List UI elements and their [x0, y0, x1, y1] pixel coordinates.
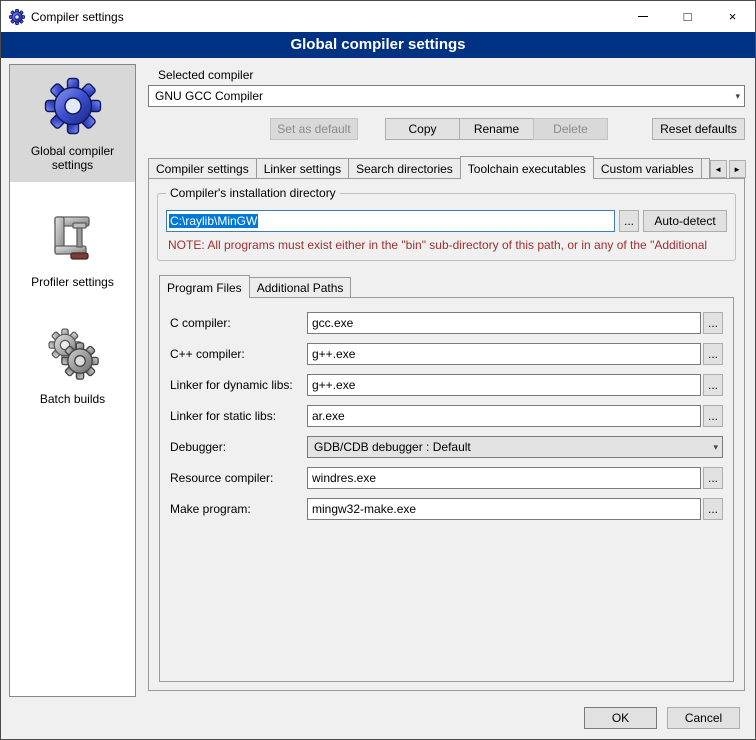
tab-toolchain-executables[interactable]: Toolchain executables	[460, 156, 594, 179]
make-program-input[interactable]	[307, 498, 701, 520]
browse-make-program-button[interactable]: ...	[703, 498, 723, 520]
c-compiler-row: C compiler: ...	[170, 312, 723, 334]
linker-dynamic-input[interactable]	[307, 374, 701, 396]
reset-defaults-button[interactable]: Reset defaults	[652, 118, 745, 140]
window-title: Compiler settings	[31, 10, 620, 24]
c-compiler-input[interactable]	[307, 312, 701, 334]
cpp-compiler-label: C++ compiler:	[170, 347, 307, 361]
delete-button[interactable]: Delete	[533, 118, 608, 140]
program-files-page: C compiler: ... C++ compiler: ... Linker…	[159, 297, 734, 682]
tab-linker-settings[interactable]: Linker settings	[256, 158, 349, 178]
chevron-down-icon: ▾	[709, 442, 718, 453]
tab-scroll-buttons: ◄ ►	[710, 160, 746, 178]
resource-compiler-input[interactable]	[307, 467, 701, 489]
sidebar-item-global-compiler-settings[interactable]: Global compiler settings	[10, 65, 135, 182]
installation-directory-value: C:\raylib\MinGW	[169, 214, 258, 228]
maximize-icon: □	[684, 9, 692, 24]
compiler-select-value: GNU GCC Compiler	[155, 89, 731, 103]
cpp-compiler-row: C++ compiler: ...	[170, 343, 723, 365]
cancel-button[interactable]: Cancel	[667, 707, 740, 729]
compiler-select[interactable]: GNU GCC Compiler ▾	[148, 85, 745, 107]
cpp-compiler-input[interactable]	[307, 343, 701, 365]
sidebar-item-label: Batch builds	[14, 392, 131, 406]
debugger-row: Debugger: GDB/CDB debugger : Default ▾	[170, 436, 723, 458]
sidebar-item-label: Global compiler settings	[14, 144, 131, 172]
titlebar: Compiler settings □ ×	[1, 1, 755, 32]
browse-resource-compiler-button[interactable]: ...	[703, 467, 723, 489]
tab-program-files[interactable]: Program Files	[159, 275, 250, 298]
ok-button[interactable]: OK	[584, 707, 657, 729]
tab-additional-paths[interactable]: Additional Paths	[249, 277, 352, 297]
maximize-button[interactable]: □	[665, 1, 710, 32]
selected-compiler-label: Selected compiler	[158, 68, 747, 82]
gear-icon	[44, 77, 102, 135]
tab-custom-variables[interactable]: Custom variables	[593, 158, 702, 178]
debugger-select-value: GDB/CDB debugger : Default	[314, 440, 709, 454]
tab-scroll-right-button[interactable]: ►	[729, 160, 746, 178]
linker-static-label: Linker for static libs:	[170, 409, 307, 423]
resource-compiler-label: Resource compiler:	[170, 471, 307, 485]
copy-button[interactable]: Copy	[385, 118, 460, 140]
main-panel: Selected compiler GNU GCC Compiler ▾ Set…	[136, 64, 747, 697]
tab-build-options[interactable]: Buil	[701, 158, 710, 178]
bin-subdirectory-note: NOTE: All programs must exist either in …	[168, 238, 727, 252]
sidebar-item-batch-builds[interactable]: Batch builds	[10, 313, 135, 416]
minimize-icon	[638, 16, 648, 17]
compiler-actions: Set as default Copy Rename Delete Reset …	[146, 118, 747, 140]
sidebar-item-profiler-settings[interactable]: Profiler settings	[10, 196, 135, 299]
tab-search-directories[interactable]: Search directories	[348, 158, 461, 178]
compiler-settings-window: Compiler settings □ × Global compiler se…	[0, 0, 756, 740]
installation-directory-row: C:\raylib\MinGW ... Auto-detect	[166, 210, 727, 232]
clamp-icon	[44, 208, 102, 266]
tab-scroll-left-button[interactable]: ◄	[710, 160, 727, 178]
resource-compiler-row: Resource compiler: ...	[170, 467, 723, 489]
settings-category-list: Global compiler settings Profiler settin…	[9, 64, 136, 697]
installation-directory-group-title: Compiler's installation directory	[166, 186, 340, 200]
debugger-label: Debugger:	[170, 440, 307, 454]
toolchain-executables-page: Compiler's installation directory C:\ray…	[148, 178, 745, 691]
stacked-gears-icon	[44, 325, 102, 383]
c-compiler-label: C compiler:	[170, 316, 307, 330]
auto-detect-button[interactable]: Auto-detect	[643, 210, 727, 232]
linker-dynamic-label: Linker for dynamic libs:	[170, 378, 307, 392]
dialog-footer: OK Cancel	[1, 697, 755, 739]
chevron-down-icon: ▾	[731, 91, 740, 102]
browse-linker-static-button[interactable]: ...	[703, 405, 723, 427]
browse-linker-dynamic-button[interactable]: ...	[703, 374, 723, 396]
page-title: Global compiler settings	[1, 32, 755, 58]
browse-installation-directory-button[interactable]: ...	[619, 210, 639, 232]
linker-static-row: Linker for static libs: ...	[170, 405, 723, 427]
close-icon: ×	[729, 9, 737, 24]
installation-directory-input[interactable]: C:\raylib\MinGW	[166, 210, 615, 232]
linker-static-input[interactable]	[307, 405, 701, 427]
debugger-select[interactable]: GDB/CDB debugger : Default ▾	[307, 436, 723, 458]
rename-button[interactable]: Rename	[459, 118, 534, 140]
main-tabstrip: Compiler settings Linker settings Search…	[146, 156, 747, 178]
dialog-body: Global compiler settings Profiler settin…	[1, 58, 755, 697]
set-as-default-button[interactable]: Set as default	[270, 118, 358, 140]
sidebar-item-label: Profiler settings	[14, 275, 131, 289]
make-program-label: Make program:	[170, 502, 307, 516]
minimize-button[interactable]	[620, 1, 665, 32]
browse-cpp-compiler-button[interactable]: ...	[703, 343, 723, 365]
browse-c-compiler-button[interactable]: ...	[703, 312, 723, 334]
sub-tabstrip: Program Files Additional Paths	[157, 275, 736, 297]
linker-dynamic-row: Linker for dynamic libs: ...	[170, 374, 723, 396]
make-program-row: Make program: ...	[170, 498, 723, 520]
tab-compiler-settings[interactable]: Compiler settings	[148, 158, 257, 178]
installation-directory-group: Compiler's installation directory C:\ray…	[157, 193, 736, 261]
app-gear-icon	[9, 9, 25, 25]
close-button[interactable]: ×	[710, 1, 755, 32]
